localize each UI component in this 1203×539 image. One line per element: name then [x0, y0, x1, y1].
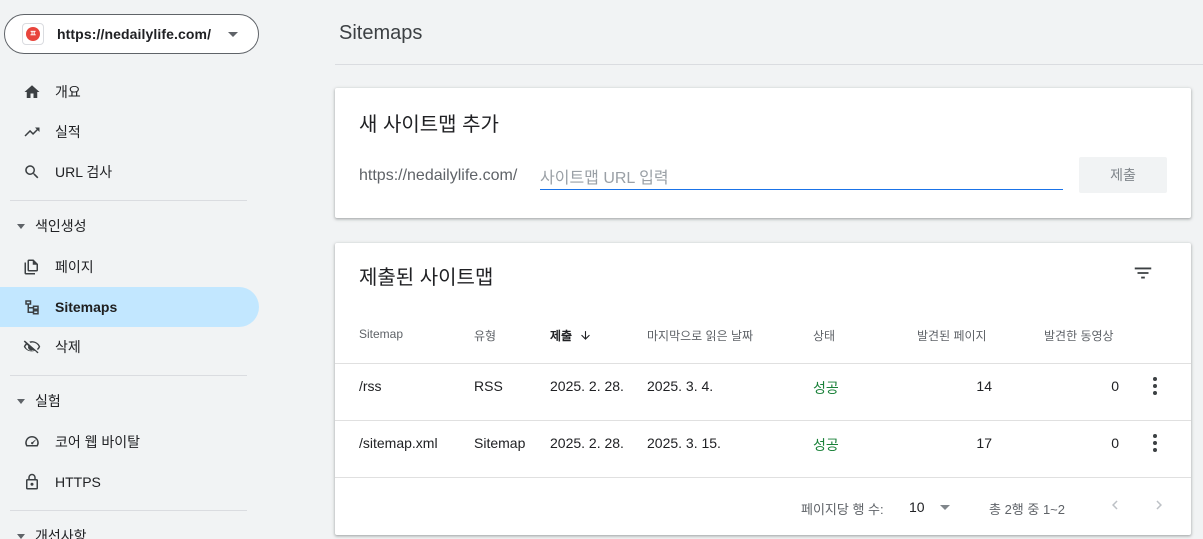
section-toggle-experiment[interactable]: 실험 [0, 383, 259, 419]
sidebar-item-label: 페이지 [55, 259, 94, 275]
property-url: https://nedailylife.com/ [57, 26, 212, 42]
sidebar-item-core-web-vitals[interactable]: 코어 웹 바이탈 [0, 422, 259, 462]
sidebar-item-url-inspection[interactable]: URL 검사 [0, 152, 259, 192]
rows-per-page-select[interactable]: 10 [909, 499, 925, 515]
search-icon [22, 162, 42, 182]
sidebar-divider [10, 200, 247, 201]
submit-button[interactable]: 제출 [1079, 157, 1167, 193]
section-label: 실험 [35, 393, 61, 409]
site-favicon-icon: ㅍ [22, 23, 44, 45]
table-divider [335, 363, 1191, 364]
visibility-off-icon [22, 337, 42, 357]
dropdown-caret-icon [228, 32, 238, 37]
section-label: 개선사항 [35, 528, 87, 539]
speed-icon [22, 432, 42, 452]
cell-last-read: 2025. 3. 15. [647, 435, 721, 451]
sidebar-item-https[interactable]: HTTPS [0, 462, 259, 502]
rows-per-page-label: 페이지당 행 수: [801, 502, 884, 517]
section-toggle-indexing[interactable]: 색인생성 [0, 208, 259, 244]
column-header-label: 제출 [550, 329, 573, 343]
sidebar-item-removals[interactable]: 삭제 [0, 327, 259, 367]
cell-type: Sitemap [474, 435, 526, 451]
collapse-caret-icon [17, 398, 25, 404]
column-header-sitemap[interactable]: Sitemap [359, 327, 403, 341]
sidebar-divider [10, 510, 247, 511]
column-header-videos[interactable]: 발견한 동영상 [1044, 327, 1114, 344]
cell-sitemap: /sitemap.xml [359, 435, 438, 451]
sidebar-item-label: Sitemaps [55, 299, 118, 315]
cell-status: 성공 [813, 380, 839, 396]
section-label: 색인생성 [35, 218, 87, 234]
section-toggle-enhancements[interactable]: 개선사항 [0, 518, 259, 539]
sidebar-divider [10, 375, 247, 376]
collapse-caret-icon [17, 223, 25, 229]
sitemap-url-prefix: https://nedailylife.com/ [359, 167, 518, 184]
sidebar-item-label: 코어 웹 바이탈 [55, 434, 141, 450]
collapse-caret-icon [17, 533, 25, 539]
pages-icon [22, 257, 42, 277]
cell-status: 성공 [813, 437, 839, 453]
home-icon [22, 82, 42, 102]
sidebar-item-performance[interactable]: 실적 [0, 112, 259, 152]
pagination-range: 총 2행 중 1~2 [989, 502, 1065, 517]
title-divider [335, 64, 1203, 65]
cell-type: RSS [474, 378, 503, 394]
sidebar-item-overview[interactable]: 개요 [0, 72, 259, 112]
lock-icon [22, 472, 42, 492]
sidebar-item-label: 실적 [55, 124, 81, 140]
sitemap-url-input[interactable] [540, 168, 1063, 190]
cell-videos: 0 [1111, 378, 1119, 394]
sort-arrow-down-icon [581, 331, 591, 340]
column-header-type[interactable]: 유형 [474, 327, 496, 344]
trending-up-icon [22, 122, 42, 142]
cell-sitemap: /rss [359, 378, 382, 394]
more-options-icon[interactable] [1145, 433, 1165, 453]
sidebar-item-label: HTTPS [55, 474, 101, 490]
sitemap-icon [22, 297, 42, 317]
page-title: Sitemaps [339, 22, 423, 44]
cell-videos: 0 [1111, 435, 1119, 451]
next-page-icon[interactable] [1149, 495, 1169, 515]
sidebar-item-label: URL 검사 [55, 164, 113, 180]
add-sitemap-card: 새 사이트맵 추가 https://nedailylife.com/ 제출 [335, 88, 1191, 218]
cell-pages: 17 [976, 435, 992, 451]
sidebar-item-pages[interactable]: 페이지 [0, 247, 259, 287]
cell-submitted: 2025. 2. 28. [550, 378, 624, 394]
sidebar: ㅍ https://nedailylife.com/ 개요 실적 URL 검사 … [0, 0, 275, 539]
cell-submitted: 2025. 2. 28. [550, 435, 624, 451]
filter-icon[interactable] [1132, 262, 1154, 284]
sidebar-item-sitemaps[interactable]: Sitemaps [0, 287, 259, 327]
column-header-status[interactable]: 상태 [813, 327, 835, 344]
table-divider [335, 420, 1191, 421]
property-selector[interactable]: ㅍ https://nedailylife.com/ [4, 14, 259, 54]
cell-last-read: 2025. 3. 4. [647, 378, 714, 394]
more-options-icon[interactable] [1145, 376, 1165, 396]
cell-pages: 14 [976, 378, 992, 394]
sidebar-item-label: 삭제 [55, 339, 81, 355]
rows-per-page-caret-icon[interactable] [940, 505, 950, 510]
previous-page-icon[interactable] [1105, 495, 1125, 515]
column-header-pages[interactable]: 발견된 페이지 [917, 327, 987, 344]
submitted-sitemaps-title: 제출된 사이트맵 [359, 267, 494, 289]
column-header-submitted[interactable]: 제출 [550, 327, 592, 344]
submitted-sitemaps-card: 제출된 사이트맵 Sitemap 유형 제출 마지막으로 읽은 날짜 상태 발견… [335, 243, 1191, 535]
table-divider [335, 477, 1191, 478]
column-header-last-read[interactable]: 마지막으로 읽은 날짜 [647, 327, 753, 344]
add-sitemap-title: 새 사이트맵 추가 [359, 114, 499, 136]
sidebar-item-label: 개요 [55, 84, 81, 100]
